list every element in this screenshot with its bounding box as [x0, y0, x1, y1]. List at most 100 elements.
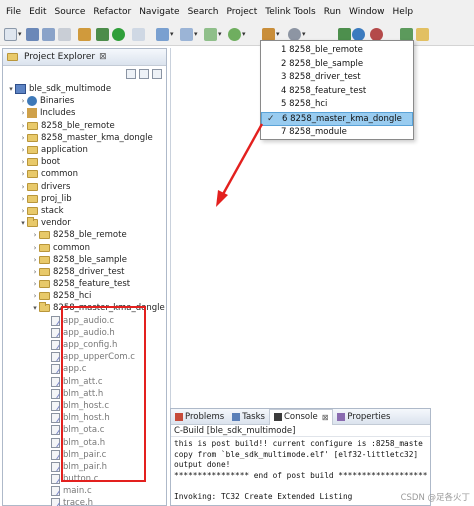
tree-item[interactable]: › 8258_master_kma_dongle	[3, 132, 166, 144]
tree-item[interactable]: › 8258_feature_test	[3, 278, 166, 290]
tree-item[interactable]: › 8258_ble_remote	[3, 229, 166, 241]
chevron-down-icon[interactable]: ▾	[302, 30, 306, 38]
collapsed-arrow-icon[interactable]: ›	[19, 146, 27, 154]
chevron-down-icon[interactable]: ▾	[170, 30, 174, 38]
chevron-down-icon[interactable]: ▾	[18, 30, 22, 38]
tree-item[interactable]: › common	[3, 168, 166, 180]
tree-item[interactable]: › Includes	[3, 107, 166, 119]
build-hammer-icon[interactable]	[78, 28, 91, 41]
collapsed-arrow-icon[interactable]: ›	[19, 134, 27, 142]
collapsed-arrow-icon[interactable]: ›	[31, 280, 39, 288]
tree-item[interactable]: › application	[3, 144, 166, 156]
console-line: **************** end of post build *****…	[174, 470, 428, 480]
menu-edit[interactable]: Edit	[25, 7, 50, 17]
collapsed-arrow-icon[interactable]: ›	[31, 231, 39, 239]
collapsed-arrow-icon[interactable]: ›	[19, 195, 27, 203]
task-icon[interactable]	[204, 28, 217, 41]
menu-telink-tools[interactable]: Telink Tools	[261, 7, 319, 17]
tree-item[interactable]: › common	[3, 241, 166, 253]
run-icon[interactable]	[112, 28, 125, 41]
collapsed-arrow-icon[interactable]: ›	[19, 207, 27, 215]
link-editor-icon[interactable]	[139, 69, 149, 79]
project-explorer-tab[interactable]: Project Explorer ⊠	[3, 49, 166, 66]
tree-item-label: ble_sdk_multimode	[29, 84, 112, 95]
folder-icon	[39, 280, 50, 289]
chevron-down-icon[interactable]: ▾	[276, 30, 280, 38]
expanded-arrow-icon[interactable]: ▾	[31, 304, 39, 312]
collapse-all-icon[interactable]	[126, 69, 136, 79]
menu-navigate[interactable]: Navigate	[135, 7, 183, 17]
tree-item[interactable]: › 8258_ble_sample	[3, 254, 166, 266]
expanded-arrow-icon[interactable]: ▾	[7, 85, 15, 93]
annotation-highlight-box	[61, 306, 146, 482]
tab-console[interactable]: Console ⊠	[268, 409, 334, 425]
build-config-item[interactable]: 4 8258_feature_test	[261, 85, 413, 99]
collapsed-arrow-icon[interactable]: ›	[19, 183, 27, 191]
tree-item[interactable]: trace.h	[3, 497, 166, 506]
tree-item[interactable]: main.c	[3, 485, 166, 497]
build-config-item[interactable]: 7 8258_module	[261, 126, 413, 140]
file-icon	[51, 315, 60, 326]
tree-item[interactable]: ▾ ble_sdk_multimode	[3, 83, 166, 95]
tree-item[interactable]: ▾ vendor	[3, 217, 166, 229]
save-all-icon[interactable]	[42, 28, 55, 41]
console-panel: Problems Tasks Console ⊠ Properties C-Build …	[170, 408, 431, 506]
debug-icon[interactable]	[96, 28, 109, 41]
file-icon	[51, 340, 60, 351]
tab-tasks[interactable]: Tasks	[228, 409, 269, 425]
collapsed-arrow-icon[interactable]: ›	[31, 256, 39, 264]
menu-refactor[interactable]: Refactor	[89, 7, 135, 17]
menu-source[interactable]: Source	[51, 7, 90, 17]
refresh-icon[interactable]	[228, 28, 241, 41]
collapsed-arrow-icon[interactable]: ›	[19, 109, 27, 117]
open-type-icon[interactable]	[180, 28, 193, 41]
collapsed-arrow-icon[interactable]: ›	[19, 170, 27, 178]
build-config-item[interactable]: ✓ 6 8258_master_kma_dongle	[261, 111, 413, 126]
tree-item[interactable]: › boot	[3, 156, 166, 168]
save-icon[interactable]	[26, 28, 39, 41]
collapsed-arrow-icon[interactable]: ›	[19, 122, 27, 130]
menu-project[interactable]: Project	[222, 7, 261, 17]
chevron-down-icon[interactable]: ▾	[242, 30, 246, 38]
collapsed-arrow-icon[interactable]: ›	[31, 292, 39, 300]
build-config-item[interactable]: 1 8258_ble_remote	[261, 44, 413, 58]
file-icon	[51, 437, 60, 448]
chevron-down-icon[interactable]: ▾	[194, 30, 198, 38]
view-menu-icon[interactable]	[152, 69, 162, 79]
expanded-arrow-icon[interactable]: ▾	[19, 219, 27, 227]
tree-item[interactable]: › drivers	[3, 181, 166, 193]
close-icon[interactable]: ⊠	[99, 52, 107, 62]
tree-item[interactable]: › stack	[3, 205, 166, 217]
tree-item[interactable]: › 8258_ble_remote	[3, 120, 166, 132]
folder-icon	[27, 194, 38, 203]
tree-item[interactable]: › Binaries	[3, 95, 166, 107]
build-config-item[interactable]: 5 8258_hci	[261, 98, 413, 112]
file-icon	[51, 413, 60, 424]
collapsed-arrow-icon[interactable]: ›	[31, 244, 39, 252]
menu-window[interactable]: Window	[345, 7, 389, 17]
tab-problems[interactable]: Problems	[171, 409, 228, 425]
menu-search[interactable]: Search	[184, 7, 223, 17]
menu-file[interactable]: File	[2, 7, 25, 17]
new-file-icon[interactable]	[4, 28, 17, 41]
console-subtitle: C-Build [ble_sdk_multimode]	[171, 425, 430, 437]
collapsed-arrow-icon[interactable]: ›	[19, 158, 27, 166]
tree-item[interactable]: › 8258_driver_test	[3, 266, 166, 278]
chevron-down-icon[interactable]: ▾	[218, 30, 222, 38]
collapsed-arrow-icon[interactable]: ›	[19, 97, 27, 105]
close-icon[interactable]: ⊠	[322, 413, 329, 422]
search-icon[interactable]	[132, 28, 145, 41]
tree-item[interactable]: › proj_lib	[3, 193, 166, 205]
tree-item[interactable]: › 8258_hci	[3, 290, 166, 302]
print-icon[interactable]	[58, 28, 71, 41]
open-folder-icon[interactable]	[416, 28, 429, 41]
file-icon	[51, 498, 60, 506]
tab-properties[interactable]: Properties	[333, 409, 394, 425]
menu-help[interactable]: Help	[389, 7, 418, 17]
build-config-item[interactable]: 2 8258_ble_sample	[261, 58, 413, 72]
menu-run[interactable]: Run	[320, 7, 345, 17]
folder-icon	[27, 170, 38, 179]
build-config-item[interactable]: 3 8258_driver_test	[261, 71, 413, 85]
collapsed-arrow-icon[interactable]: ›	[31, 268, 39, 276]
new-project-icon[interactable]	[156, 28, 169, 41]
